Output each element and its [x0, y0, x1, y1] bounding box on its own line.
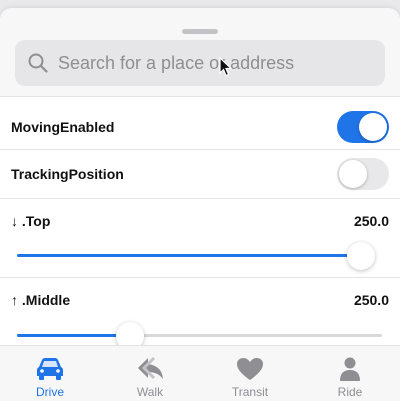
moving-enabled-toggle[interactable] [337, 111, 389, 143]
middle-label: ↑ .Middle [11, 292, 71, 308]
bottom-sheet: MovingEnabled TrackingPosition ↓ .Top 25… [0, 8, 400, 400]
sheet-grabber[interactable] [182, 29, 218, 34]
heart-icon [237, 358, 263, 380]
middle-slider-fill [17, 334, 130, 337]
top-slider-fill [17, 254, 361, 257]
search-bar[interactable] [15, 39, 385, 87]
search-header [0, 8, 400, 96]
tab-label: Ride [337, 385, 363, 399]
tab-label: Walk [136, 385, 164, 399]
tab-transit[interactable]: Transit [200, 346, 300, 401]
walk-icon [138, 356, 163, 380]
divider [0, 96, 400, 97]
tab-label: Transit [231, 385, 269, 399]
search-icon [28, 53, 48, 73]
person-icon [340, 357, 360, 381]
tab-ride[interactable]: Ride [300, 346, 400, 401]
search-input[interactable] [49, 39, 385, 87]
toggle-knob [339, 160, 367, 188]
middle-slider-track[interactable] [17, 334, 382, 337]
top-value: 250.0 [353, 213, 389, 229]
toggle-knob [359, 113, 387, 141]
moving-enabled-label: MovingEnabled [11, 119, 115, 135]
tab-label: Drive [35, 385, 64, 399]
tab-walk[interactable]: Walk [100, 346, 200, 401]
divider [0, 149, 400, 150]
divider [0, 277, 400, 278]
top-slider-thumb[interactable] [347, 242, 375, 270]
tracking-position-label: TrackingPosition [11, 166, 124, 182]
top-label: ↓ .Top [11, 213, 51, 229]
top-slider-track[interactable] [17, 254, 372, 257]
middle-value: 250.0 [353, 292, 389, 308]
tab-drive[interactable]: Drive [0, 346, 100, 401]
mouse-pointer-icon [219, 57, 233, 77]
divider [0, 198, 400, 199]
car-icon [37, 358, 63, 380]
tab-bar: Drive Walk Transit Ride [0, 345, 400, 401]
tracking-position-toggle[interactable] [337, 158, 389, 190]
